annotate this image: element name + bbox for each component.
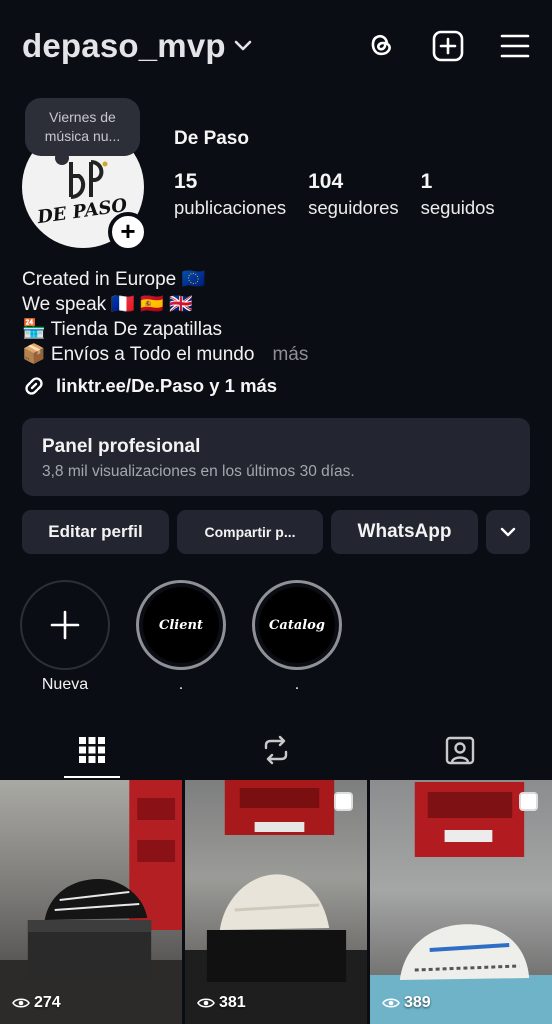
threads-icon[interactable]: [366, 30, 396, 62]
profile-tabs: [0, 722, 552, 778]
top-bar: depaso_mvp: [22, 22, 530, 70]
professional-dashboard-card[interactable]: Panel profesional 3,8 mil visualizacione…: [22, 418, 530, 496]
highlight-label: Nueva: [41, 676, 89, 693]
bio-link-text: linktr.ee/De.Paso y 1 más: [56, 375, 278, 396]
new-post-icon[interactable]: [432, 30, 464, 62]
grid-icon: [79, 737, 105, 763]
pro-panel-subtitle: 3,8 mil visualizaciones en los últimos 3…: [42, 463, 355, 480]
edit-profile-button[interactable]: Editar perfil: [22, 510, 169, 554]
highlight-ring: Client: [136, 580, 226, 670]
stat-posts-label: publicaciones: [174, 197, 287, 218]
add-story-button[interactable]: +: [108, 212, 148, 252]
bio-link[interactable]: linktr.ee/De.Paso y 1 más: [22, 374, 277, 398]
bio-more-link[interactable]: más: [272, 344, 308, 365]
highlight-new[interactable]: Nueva: [20, 580, 110, 696]
bio-line: We speak 🇫🇷 🇪🇸 🇬🇧: [22, 294, 193, 315]
suggested-accounts-button[interactable]: [486, 510, 530, 554]
highlight-label: .: [178, 676, 184, 693]
posts-grid: 274 381 389: [0, 780, 552, 1024]
bio: Created in Europe 🇪🇺 We speak 🇫🇷 🇪🇸 🇬🇧 🏪…: [22, 267, 308, 367]
story-highlights: Nueva Client . Catalog .: [20, 580, 342, 696]
eye-icon: [382, 998, 400, 1008]
pro-panel-title: Panel profesional: [42, 436, 201, 457]
stat-following-label: seguidos: [420, 197, 495, 218]
eye-icon: [197, 998, 215, 1008]
highlight-cover: Catalog: [259, 587, 335, 663]
whatsapp-button[interactable]: WhatsApp: [331, 510, 478, 554]
post-thumbnail[interactable]: 274: [0, 780, 182, 1024]
post-views-count: 274: [34, 994, 61, 1011]
username[interactable]: depaso_mvp: [22, 27, 226, 65]
profile-stats: 15 publicaciones 104 seguidores 1 seguid…: [174, 168, 517, 220]
new-highlight-ring: [20, 580, 110, 670]
select-checkbox[interactable]: [519, 792, 538, 811]
reels-repost-icon: [264, 735, 288, 765]
post-image: [0, 780, 182, 1024]
stat-followers-value: 104: [308, 170, 344, 193]
highlight-cover: Client: [143, 587, 219, 663]
highlight-client[interactable]: Client .: [136, 580, 226, 696]
post-views: 274: [12, 994, 61, 1012]
eye-icon: [12, 998, 30, 1008]
chevron-down-icon: [500, 527, 516, 537]
post-views-count: 381: [219, 994, 246, 1011]
post-views: 389: [382, 994, 431, 1012]
select-checkbox[interactable]: [334, 792, 353, 811]
stat-followers-label: seguidores: [308, 197, 399, 218]
stat-following-value: 1: [420, 170, 433, 193]
stat-posts[interactable]: 15 publicaciones: [174, 168, 286, 220]
bio-line-text: 📦 Envíos a Todo el mundo: [22, 344, 255, 365]
share-profile-button[interactable]: Compartir p...: [177, 510, 323, 554]
stat-followers[interactable]: 104 seguidores: [308, 168, 399, 220]
tagged-icon: [445, 736, 475, 765]
stat-posts-value: 15: [174, 170, 198, 193]
bio-line-last: 📦 Envíos a Todo el mundo más: [22, 342, 308, 367]
post-thumbnail[interactable]: 381: [185, 780, 367, 1024]
stat-following[interactable]: 1 seguidos: [421, 168, 495, 220]
highlight-ring: Catalog: [252, 580, 342, 670]
note-bubble[interactable]: Viernes de música nu...: [25, 98, 140, 165]
plus-icon: [50, 610, 80, 640]
menu-icon[interactable]: [500, 33, 530, 59]
link-icon: [25, 377, 43, 395]
tab-reposts[interactable]: [184, 722, 368, 778]
post-image: [370, 782, 552, 1024]
post-image: [185, 780, 367, 1024]
bio-line: Created in Europe 🇪🇺: [22, 269, 206, 290]
display-name: De Paso: [174, 128, 249, 149]
highlight-catalog[interactable]: Catalog .: [252, 580, 342, 696]
post-thumbnail[interactable]: 389: [370, 780, 552, 1024]
bio-line: 🏪 Tienda De zapatillas: [22, 319, 223, 340]
tab-tagged[interactable]: [368, 722, 552, 778]
highlight-label: .: [294, 676, 300, 693]
post-views-count: 389: [404, 994, 431, 1011]
post-views: 381: [197, 994, 246, 1012]
chevron-down-icon[interactable]: [234, 39, 252, 57]
tab-posts-grid[interactable]: [0, 722, 184, 778]
